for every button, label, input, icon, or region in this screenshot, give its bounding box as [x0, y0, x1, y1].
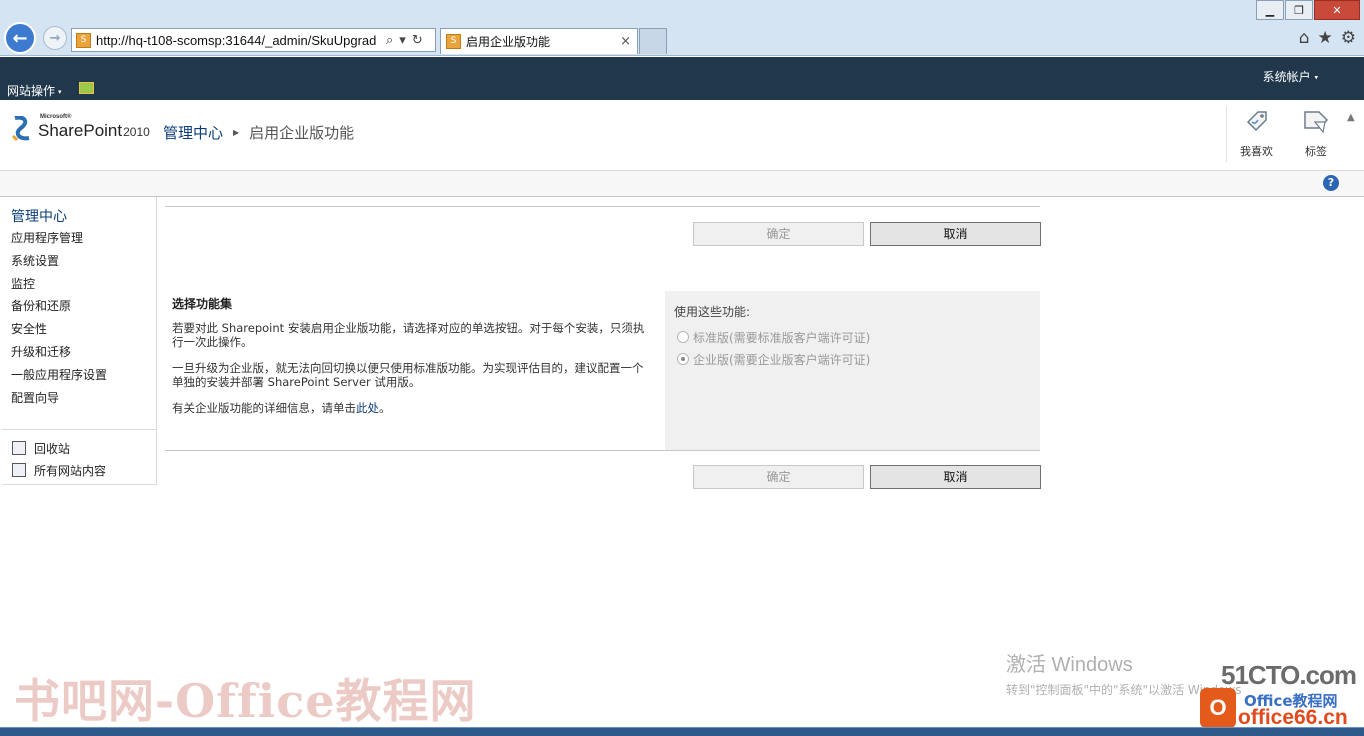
- 51cto-watermark: 51CTO.com: [1221, 660, 1357, 690]
- para3-prefix: 有关企业版功能的详细信息，请单击: [172, 401, 356, 415]
- enterprise-option[interactable]: 企业版(需要企业版客户端许可证): [677, 348, 1040, 370]
- nav-item-application-management[interactable]: 应用程序管理: [11, 230, 107, 253]
- recycle-bin-link[interactable]: 回收站: [12, 437, 106, 459]
- page-title: 启用企业版功能: [249, 124, 355, 142]
- browser-chrome: ▁ ❐ ✕ ← → S http://hq-t108-scomsp:31644/…: [0, 0, 1364, 56]
- forward-button[interactable]: →: [43, 26, 67, 50]
- watermark-text: 书吧网-Office教程网: [14, 674, 477, 728]
- section-description: 选择功能集 若要对此 Sharepoint 安装启用企业版功能，请选择对应的单选…: [165, 291, 665, 450]
- window-controls: ▁ ❐ ✕: [1255, 0, 1360, 20]
- all-site-content-link[interactable]: 所有网站内容: [12, 459, 106, 481]
- feature-set-section: 选择功能集 若要对此 Sharepoint 安装启用企业版功能，请选择对应的单选…: [165, 291, 1040, 450]
- breadcrumb-root-link[interactable]: 管理中心: [163, 122, 223, 143]
- sharepoint-tab-favicon-icon: S: [446, 34, 461, 49]
- nav-heading-central-admin[interactable]: 管理中心: [11, 206, 67, 226]
- ok-button-top[interactable]: 确定: [693, 222, 864, 246]
- chevron-down-icon: ▾: [58, 87, 62, 96]
- divider-top: [165, 206, 1040, 207]
- favorites-icon[interactable]: ★: [1318, 28, 1333, 48]
- tags-notes-button[interactable]: 标签: [1286, 106, 1346, 162]
- account-label: 系统帐户: [1262, 70, 1311, 84]
- enterprise-option-label: 企业版(需要企业版客户端许可证): [693, 352, 871, 367]
- help-icon[interactable]: ?: [1323, 175, 1339, 191]
- feature-options-panel: 使用这些功能: 标准版(需要标准版客户端许可证) 企业版(需要企业版客户端许可证…: [665, 291, 1040, 450]
- minimize-button[interactable]: ▁: [1256, 0, 1284, 20]
- address-text[interactable]: http://hq-t108-scomsp:31644/_admin/SkuUp…: [96, 33, 384, 48]
- section-title: 选择功能集: [172, 297, 233, 311]
- chevron-down-icon: ▾: [1314, 73, 1318, 82]
- tab-title: 启用企业版功能: [466, 35, 551, 49]
- i-like-it-button[interactable]: 我喜欢: [1226, 106, 1286, 162]
- details-link[interactable]: 此处: [356, 401, 379, 415]
- description-paragraph-1: 若要对此 Sharepoint 安装启用企业版功能，请选择对应的单选按钮。对于每…: [172, 321, 645, 349]
- sharepoint-logo[interactable]: Microsoft® SharePoint2010: [11, 114, 156, 144]
- nav-item-general-settings[interactable]: 一般应用程序设置: [11, 367, 107, 390]
- user-account-menu[interactable]: 系统帐户 ▾: [1263, 68, 1318, 85]
- scroll-up-icon[interactable]: ▲: [1347, 112, 1355, 123]
- cancel-button-bottom[interactable]: 取消: [870, 465, 1041, 489]
- ok-button-bottom[interactable]: 确定: [693, 465, 864, 489]
- options-label: 使用这些功能:: [674, 305, 751, 319]
- browser-tab[interactable]: S 启用企业版功能 ×: [440, 28, 638, 54]
- sharepoint-favicon-icon: S: [76, 32, 91, 48]
- sharepoint-ribbon: 网站操作 ▾ 系统帐户 ▾: [0, 57, 1364, 100]
- nav-item-upgrade-migration[interactable]: 升级和迁移: [11, 344, 107, 367]
- taskbar: [0, 727, 1364, 736]
- nav-divider: [2, 429, 157, 430]
- tag-notes-icon: [1304, 111, 1329, 134]
- divider-bottom: [165, 450, 1040, 451]
- office-logo-icon: O: [1200, 688, 1236, 728]
- tags-label: 标签: [1305, 145, 1327, 158]
- address-bar[interactable]: S http://hq-t108-scomsp:31644/_admin/Sku…: [71, 28, 436, 52]
- quick-launch: 管理中心 应用程序管理 系统设置 监控 备份和还原 安全性 升级和迁移 一般应用…: [2, 197, 157, 485]
- close-window-button[interactable]: ✕: [1314, 0, 1360, 20]
- new-tab-button[interactable]: [639, 28, 667, 54]
- all-content-label: 所有网站内容: [34, 463, 107, 478]
- nav-item-monitoring[interactable]: 监控: [11, 276, 107, 299]
- site-actions-label: 网站操作: [7, 84, 56, 98]
- status-strip: [0, 170, 1364, 197]
- standard-option[interactable]: 标准版(需要标准版客户端许可证): [677, 326, 1040, 348]
- description-paragraph-3: 有关企业版功能的详细信息，请单击此处。: [172, 401, 647, 415]
- logo-microsoft: Microsoft®: [40, 114, 72, 120]
- site-actions-menu[interactable]: 网站操作 ▾: [7, 82, 62, 99]
- logo-product: SharePoint: [38, 121, 123, 140]
- restore-button[interactable]: ❐: [1285, 0, 1313, 20]
- refresh-icon[interactable]: ↻: [412, 33, 423, 48]
- activate-title: 激活 Windows: [1006, 654, 1133, 676]
- enterprise-radio[interactable]: [677, 353, 689, 365]
- standard-radio[interactable]: [677, 331, 689, 343]
- nav-list: 应用程序管理 系统设置 监控 备份和还原 安全性 升级和迁移 一般应用程序设置 …: [11, 230, 107, 412]
- tab-close-icon[interactable]: ×: [620, 34, 631, 49]
- cancel-button-top[interactable]: 取消: [870, 222, 1041, 246]
- home-icon[interactable]: ⌂: [1299, 28, 1310, 48]
- breadcrumb: 管理中心 ▶ 启用企业版功能: [163, 122, 354, 143]
- standard-option-label: 标准版(需要标准版客户端许可证): [693, 330, 871, 345]
- breadcrumb-arrow-icon: ▶: [233, 128, 240, 137]
- recycle-bin-icon: [12, 441, 26, 455]
- gear-icon[interactable]: ⚙: [1341, 28, 1356, 48]
- description-paragraph-2: 一旦升级为企业版，就无法向回切换以便只使用标准版功能。为实现评估目的，建议配置一…: [172, 361, 644, 389]
- sharepoint-logo-icon: [11, 116, 30, 142]
- nav-item-backup-restore[interactable]: 备份和还原: [11, 298, 107, 321]
- nav-item-configuration-wizards[interactable]: 配置向导: [11, 390, 107, 413]
- nav-item-system-settings[interactable]: 系统设置: [11, 253, 107, 276]
- para3-suffix: 。: [379, 401, 391, 415]
- site-content-icon: [12, 463, 26, 477]
- recycle-bin-label: 回收站: [34, 441, 71, 456]
- nav-item-security[interactable]: 安全性: [11, 321, 107, 344]
- office66-watermark: O Office教程网 office66.cn: [1200, 688, 1360, 730]
- chevron-down-icon[interactable]: ▾: [399, 33, 406, 48]
- like-label: 我喜欢: [1240, 145, 1273, 158]
- back-button[interactable]: ←: [4, 22, 36, 54]
- like-tag-icon: [1246, 111, 1267, 132]
- logo-year: 2010: [123, 125, 150, 139]
- navigate-up-icon[interactable]: [79, 82, 94, 94]
- search-icon[interactable]: ⌕: [386, 33, 393, 48]
- title-area: Microsoft® SharePoint2010 管理中心 ▶ 启用企业版功能…: [0, 100, 1364, 170]
